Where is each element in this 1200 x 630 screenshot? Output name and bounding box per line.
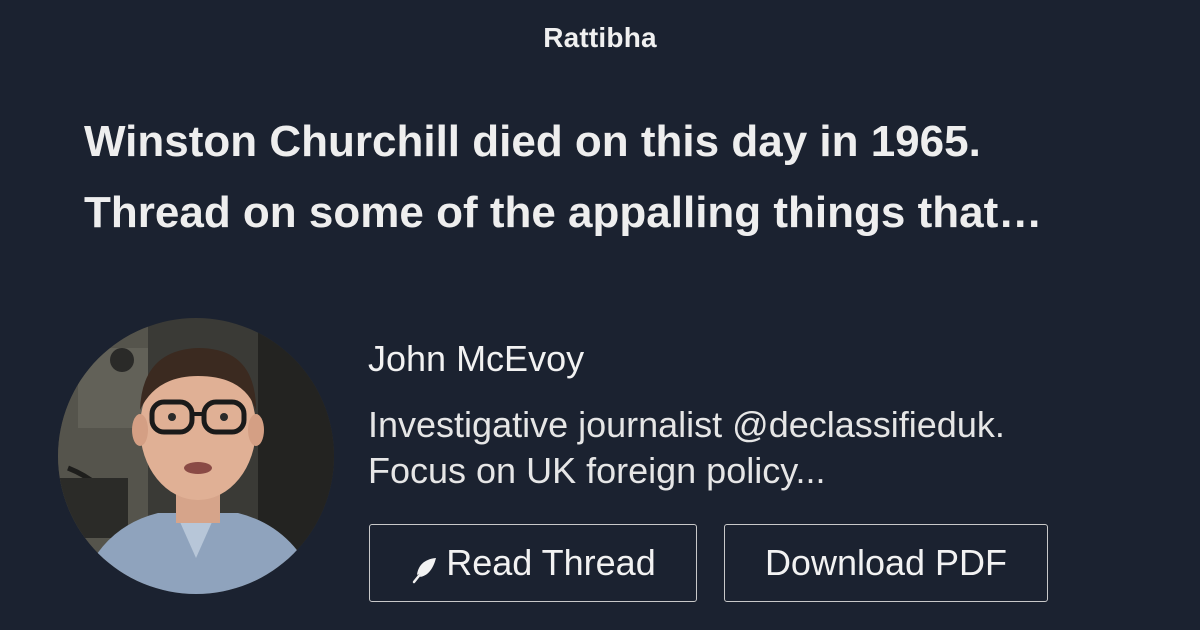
read-thread-label: Read Thread xyxy=(446,542,656,583)
thread-card: Rattibha Winston Churchill died on this … xyxy=(0,0,1200,630)
download-pdf-button[interactable]: Download PDF xyxy=(724,524,1048,602)
avatar xyxy=(58,318,334,594)
brand-name: Rattibha xyxy=(543,22,657,53)
thread-title-line: Thread on some of the appalling things t… xyxy=(84,188,1043,237)
download-pdf-label: Download PDF xyxy=(764,542,1008,583)
author-bio-line: Focus on UK foreign policy... xyxy=(368,450,826,491)
feather-icon xyxy=(410,552,440,584)
avatar-photo xyxy=(58,318,334,594)
author-name: John McEvoy xyxy=(368,338,585,379)
read-thread-button[interactable]: Read Thread xyxy=(369,524,697,602)
thread-title-line: Winston Churchill died on this day in 19… xyxy=(84,117,981,166)
author-bio-line: Investigative journalist @declassifieduk… xyxy=(368,404,1005,445)
thread-title: Winston Churchill died on this day in 19… xyxy=(84,106,1144,248)
author-bio: Investigative journalist @declassifieduk… xyxy=(368,402,1128,494)
